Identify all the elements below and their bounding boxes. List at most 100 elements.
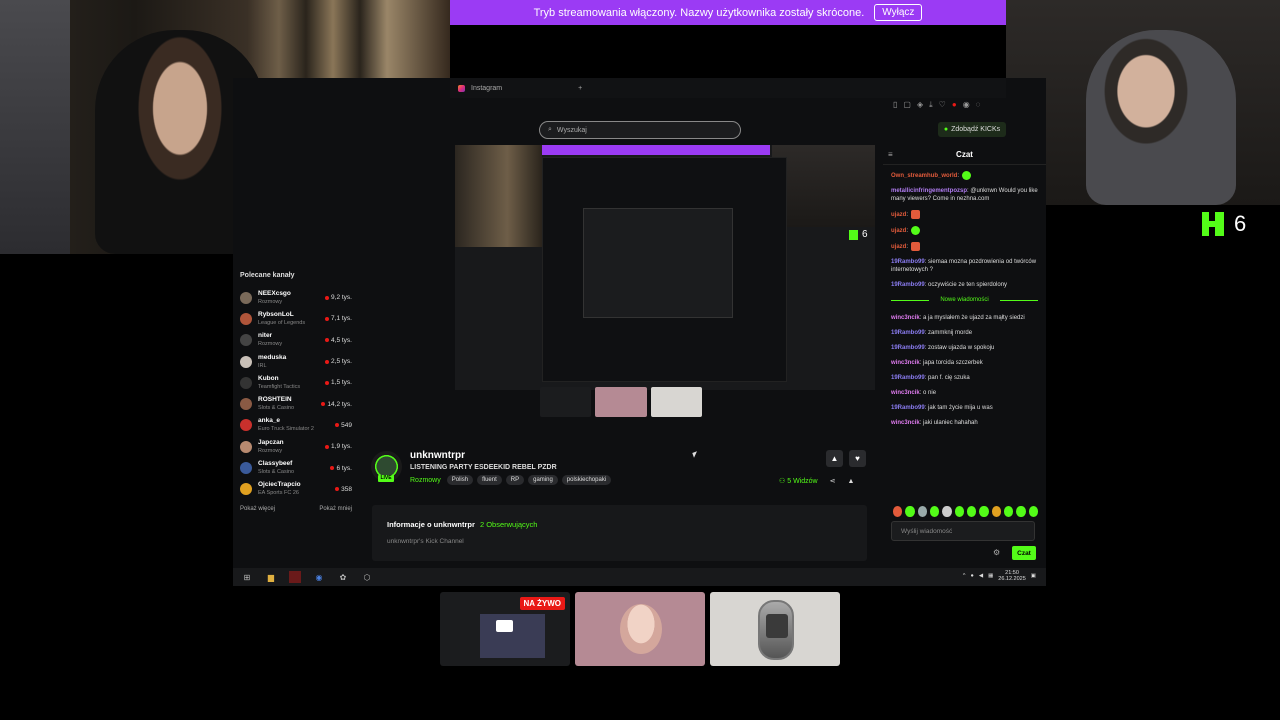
chat-username[interactable]: 19Rambo99 (891, 330, 925, 336)
chat-username[interactable]: ujazd (891, 244, 906, 250)
stream-tags: Rozmowy Polish fluent RP gaming polskiechopa… (410, 475, 612, 485)
collapse-chat-icon[interactable]: ≡ (888, 150, 893, 159)
heart-icon[interactable]: ♡ (939, 100, 946, 112)
emote-icon[interactable] (979, 506, 989, 517)
notification-center-icon[interactable]: ▣ (1031, 573, 1036, 579)
chat-username[interactable]: ujazd (891, 228, 906, 234)
notification-icon[interactable]: ◉ (963, 100, 970, 112)
stream-tag[interactable]: polskiechopaki (561, 475, 612, 485)
sidebar-item-ojciectrapcio[interactable]: OjciecTrapcio EA Sports FC 26 358 (240, 479, 352, 500)
stream-title: LISTENING PARTY ESDEEKID REBEL PZDR (410, 464, 557, 471)
app-icon[interactable] (289, 571, 301, 583)
sidebar-item-rybsonlol[interactable]: RybsonLoL League of Legends 7,1 tys. (240, 308, 352, 329)
share-icon[interactable]: ⋖ (830, 477, 836, 485)
network-icon[interactable]: ▦ (988, 573, 993, 579)
sidebar-item-name: anka_e (258, 417, 281, 425)
show-less-link[interactable]: Pokaż mniej (319, 506, 352, 512)
emote-icon[interactable] (893, 506, 903, 517)
chat-text: : japa torcida szczerbek (919, 360, 983, 367)
chat-text: : (906, 244, 909, 251)
bookmark-icon[interactable]: ▯ (893, 100, 897, 112)
chat-username[interactable]: winc3ncik (891, 315, 920, 321)
emote-icon[interactable] (1016, 506, 1026, 517)
chat-input-placeholder: Wyślij wiadomość (901, 527, 953, 535)
chat-username[interactable]: 19Rambo99 (891, 282, 925, 288)
sidebar-item-name: RybsonLoL (258, 310, 294, 318)
sidebar-item-meduska[interactable]: meduska IRL 2,5 tys. (240, 351, 352, 372)
emote-icon[interactable] (905, 506, 915, 517)
sidebar-item-kubon[interactable]: Kubon Teamfight Tactics 1,5 tys. (240, 372, 352, 393)
follow-button[interactable]: ♥ (849, 450, 866, 467)
chevron-up-icon[interactable]: ^ (963, 573, 966, 579)
new-tab-button[interactable]: + (578, 85, 582, 92)
chat-username[interactable]: 19Rambo99 (891, 259, 925, 265)
windows-start-icon[interactable]: ⊞ (241, 571, 253, 583)
shield-icon[interactable]: ◈ (917, 100, 923, 112)
chat-bubble-icon[interactable]: ◌ (976, 100, 981, 112)
get-kicks-button[interactable]: ● Zdobądź KICKs (938, 122, 1006, 137)
chrome-icon[interactable]: ◉ (313, 571, 325, 583)
screen-tile-2[interactable] (575, 592, 705, 666)
followers-count: 2 Obserwujących (479, 520, 538, 529)
app-icon[interactable]: ✿ (337, 571, 349, 583)
sidebar-item-viewers: 1,9 tys. (325, 443, 352, 450)
chat-username[interactable]: winc3ncik (891, 390, 920, 396)
notification-bell-button[interactable]: ▲ (826, 450, 843, 467)
sidebar-item-category: League of Legends (258, 319, 306, 326)
emote-icon[interactable] (942, 506, 952, 517)
download-icon[interactable]: ⤓ (929, 100, 933, 112)
app-icon[interactable]: ⬡ (361, 571, 373, 583)
emote-icon[interactable] (1003, 506, 1014, 517)
screen-tile-1[interactable]: NA ŻYWO (440, 592, 570, 666)
sidebar-item-japczan[interactable]: Japczan Rozmowy 1,9 tys. (240, 436, 352, 457)
emote-icon (911, 210, 921, 220)
stream-player[interactable] (455, 145, 875, 390)
emote-icon[interactable] (1028, 506, 1038, 517)
emote-icon[interactable] (929, 506, 940, 517)
screen-tile-3[interactable] (710, 592, 840, 666)
show-more-link[interactable]: Pokaż więcej (240, 506, 275, 512)
browser-tab[interactable]: Instagram (471, 85, 502, 92)
about-title-label: Informacje o unknwntrpr (387, 520, 475, 529)
sidebar-item-classybeef[interactable]: Classybeef Slots & Casino 6 tys. (240, 457, 352, 478)
chat-settings-icon[interactable]: ⚙ (993, 548, 1000, 557)
chat-input[interactable]: Wyślij wiadomość (891, 521, 1035, 541)
channel-name[interactable]: unknwntrpr (410, 450, 465, 461)
file-explorer-icon[interactable]: ▆ (265, 571, 277, 583)
sidebar-item-viewer-count: 549 (341, 421, 352, 429)
emote-icon[interactable] (966, 506, 977, 517)
emote-icon[interactable] (991, 506, 1001, 517)
sidebar-item-neexcsgo[interactable]: NEEXcsgo Rozmowy 9,2 tys. (240, 287, 352, 308)
stream-tag[interactable]: gaming (528, 475, 558, 485)
chat-username[interactable]: ujazd (891, 212, 906, 218)
report-icon[interactable]: ▲ (847, 478, 854, 485)
sidebar-item-anka_e[interactable]: anka_e Euro Truck Simulator 2 549 (240, 415, 352, 436)
record-icon[interactable]: ● (952, 100, 957, 112)
stream-category[interactable]: Rozmowy (410, 477, 441, 484)
stream-tag[interactable]: Polish (446, 475, 474, 485)
emote-icon[interactable] (954, 506, 964, 517)
chat-username[interactable]: winc3ncik (891, 420, 920, 426)
chat-username[interactable]: winc3ncik (891, 360, 920, 366)
microphone-icon[interactable]: ● (971, 573, 974, 579)
chat-username[interactable]: 19Rambo99 (891, 405, 925, 411)
kick-coin-icon: ● (943, 126, 949, 133)
chat-send-button[interactable]: Czat (1012, 546, 1036, 560)
channel-meta: ⚇ 5 Widzów ⋖ ▲ (779, 477, 854, 486)
search-input[interactable]: ⌕ Wyszukaj (539, 121, 741, 139)
disable-streaming-mode-button[interactable]: Wyłącz (874, 4, 923, 21)
live-dot-icon (325, 380, 330, 385)
sidebar-item-niter[interactable]: niter Rozmowy 4,5 tys. (240, 330, 352, 351)
copy-icon[interactable]: ▢ (903, 100, 911, 112)
sidebar-item-roshtein[interactable]: ROSHTEIN Slots & Casino 14,2 tys. (240, 393, 352, 414)
emote-icon[interactable] (917, 506, 927, 517)
stream-tag[interactable]: fluent (477, 475, 502, 485)
chat-messages: Own_streamhub_world: metallicinfringement… (883, 165, 1046, 440)
chat-username[interactable]: 19Rambo99 (891, 345, 925, 351)
volume-icon[interactable]: ◀ (979, 573, 983, 579)
stream-tag[interactable]: RP (505, 475, 525, 485)
chat-username[interactable]: metallicinfringementpozsp (891, 188, 967, 194)
clock[interactable]: 21:50 26.12.2025 (998, 570, 1026, 582)
chat-username[interactable]: 19Rambo99 (891, 375, 925, 381)
chat-username[interactable]: Own_streamhub_world (891, 173, 957, 179)
